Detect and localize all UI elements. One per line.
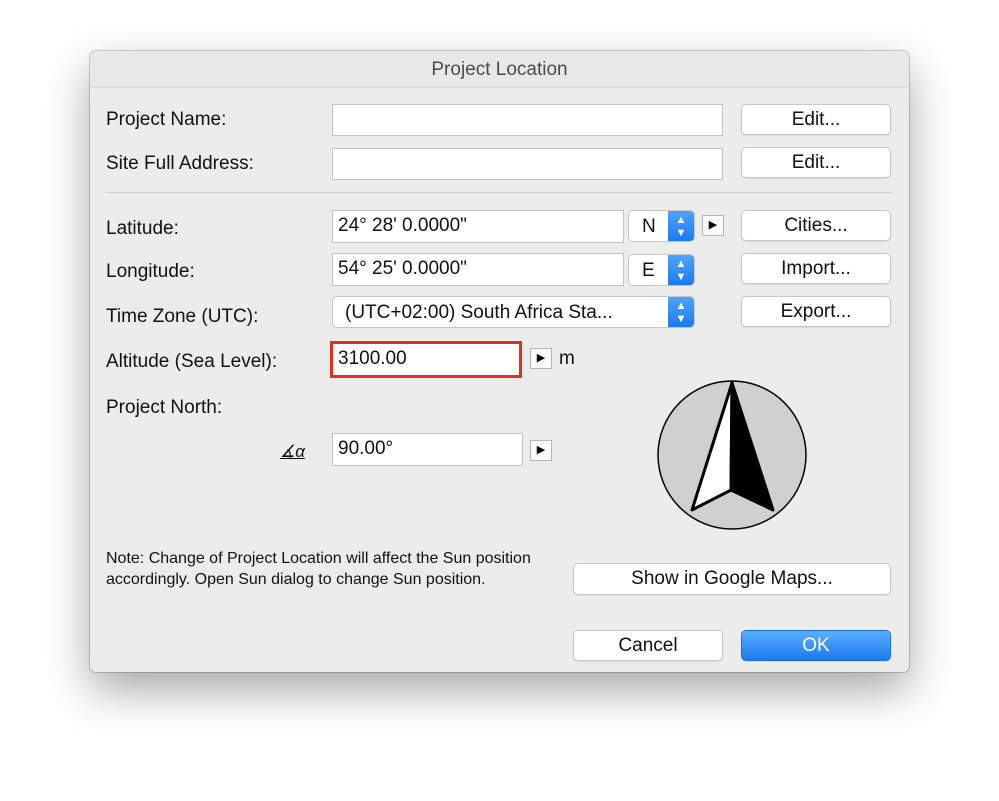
stepper-icon: ▲ ▼ <box>668 211 694 241</box>
project-name-field[interactable] <box>332 104 723 136</box>
project-north-menu-arrow-icon[interactable]: ▶ <box>530 440 552 461</box>
note-text: Note: Change of Project Location will af… <box>106 550 531 588</box>
altitude-unit: m <box>559 348 575 369</box>
angle-icon: ∡α <box>280 442 305 461</box>
longitude-hemisphere-value: E <box>642 260 655 281</box>
timezone-select[interactable]: (UTC+02:00) South Africa Sta... ▲ ▼ <box>332 296 695 328</box>
site-address-label: Site Full Address: <box>106 153 254 174</box>
altitude-label: Altitude (Sea Level): <box>106 351 278 372</box>
project-north-field[interactable]: 90.00° <box>332 433 523 466</box>
divider <box>106 192 893 193</box>
stepper-icon: ▲ ▼ <box>668 297 694 327</box>
latitude-label: Latitude: <box>106 218 179 239</box>
latitude-field[interactable]: 24° 28' 0.0000" <box>332 210 624 243</box>
site-address-field[interactable] <box>332 148 723 180</box>
longitude-field[interactable]: 54° 25' 0.0000" <box>332 253 624 286</box>
project-location-dialog: Project Location Project Name: Edit... S… <box>90 51 909 672</box>
timezone-label: Time Zone (UTC): <box>106 306 259 327</box>
latitude-menu-arrow-icon[interactable]: ▶ <box>702 215 724 236</box>
latitude-hemisphere-select[interactable]: N ▲ ▼ <box>628 210 695 242</box>
altitude-menu-arrow-icon[interactable]: ▶ <box>530 348 552 369</box>
dialog-title: Project Location <box>90 51 909 88</box>
project-north-label: Project North: <box>106 397 223 418</box>
stepper-icon: ▲ ▼ <box>668 255 694 285</box>
cities-button[interactable]: Cities... <box>741 210 891 241</box>
latitude-hemisphere-value: N <box>642 216 656 237</box>
import-button[interactable]: Import... <box>741 253 891 284</box>
export-button[interactable]: Export... <box>741 296 891 327</box>
ok-button[interactable]: OK <box>741 630 891 661</box>
timezone-value: (UTC+02:00) South Africa Sta... <box>345 302 613 323</box>
edit-project-name-button[interactable]: Edit... <box>741 104 891 135</box>
cancel-button[interactable]: Cancel <box>573 630 723 661</box>
edit-site-address-button[interactable]: Edit... <box>741 147 891 178</box>
north-arrow-compass-icon[interactable] <box>655 378 809 532</box>
show-in-google-maps-button[interactable]: Show in Google Maps... <box>573 563 891 595</box>
altitude-field[interactable]: 3100.00 <box>330 341 522 378</box>
longitude-hemisphere-select[interactable]: E ▲ ▼ <box>628 254 695 286</box>
longitude-label: Longitude: <box>106 261 195 282</box>
project-name-label: Project Name: <box>106 109 227 130</box>
